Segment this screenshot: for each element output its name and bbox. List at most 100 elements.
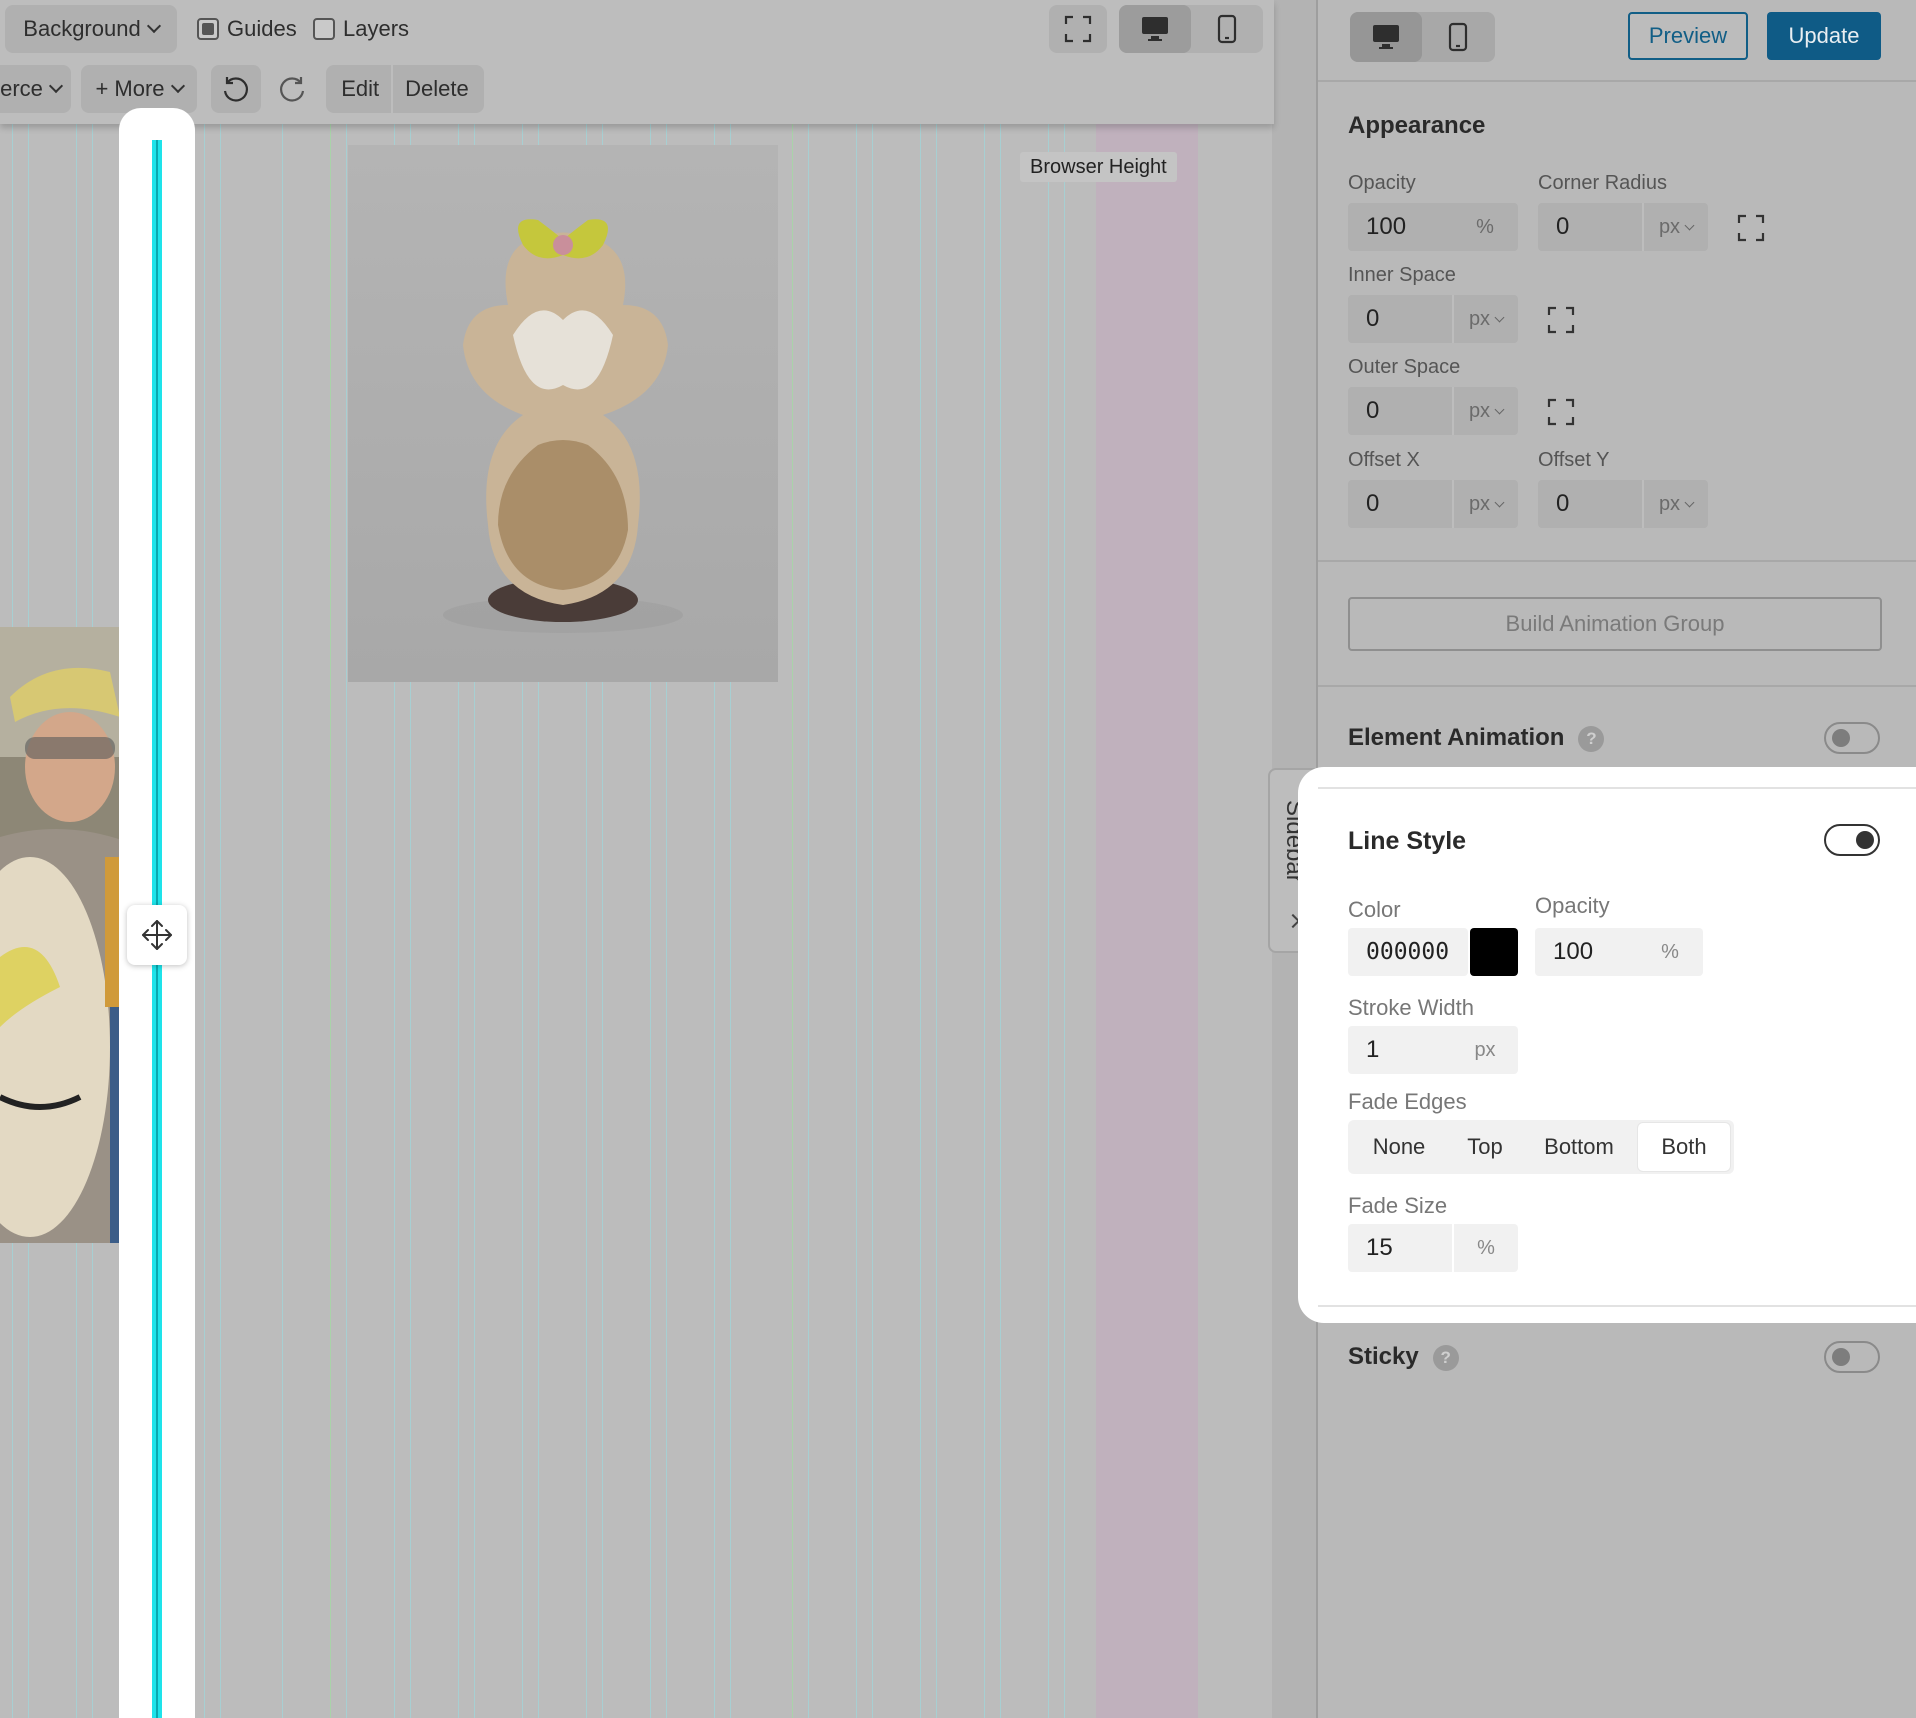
color-label: Color [1348,897,1401,922]
inner-space-input[interactable]: 0 [1348,305,1452,333]
offset-x-unit: px [1468,492,1491,515]
help-icon[interactable]: ? [1432,1344,1459,1371]
desktop-view-button[interactable] [1119,5,1191,53]
offset-x-label: Offset X [1348,449,1420,471]
undo-button[interactable] [211,65,261,113]
chevron-down-icon [1494,404,1505,414]
offset-x-unit-select[interactable]: px [1452,480,1518,528]
fade-size-label: Fade Size [1348,1193,1448,1218]
color-field[interactable]: 000000 [1348,928,1468,976]
fullscreen-button[interactable] [1049,5,1107,53]
chevron-down-icon [170,78,185,94]
line-opacity-label: Opacity [1535,893,1610,918]
panel-divider-appearance [1318,560,1916,562]
background-dropdown[interactable]: Background [5,5,177,53]
toggle-knob [1832,729,1850,747]
offset-y-label: Offset Y [1538,449,1610,471]
chevron-down-icon [146,18,161,34]
fade-edges-none[interactable]: None [1348,1123,1450,1171]
offset-y-field[interactable]: 0 px [1538,480,1708,528]
opacity-input[interactable]: 100 [1348,213,1452,241]
editor-toolbar: Background Guides Layers erce + More Edi… [0,0,1274,124]
guide-line [984,124,985,1718]
guides-checkbox-box[interactable] [197,18,219,40]
fade-edges-both[interactable]: Both [1638,1123,1730,1171]
line-style-divider-bottom [1318,1305,1916,1307]
stroke-width-field[interactable]: 1 px [1348,1026,1518,1074]
fade-size-field[interactable]: 15 % [1348,1224,1518,1272]
element-animation-toggle[interactable] [1824,722,1880,754]
more-dropdown-label: + More [95,76,165,101]
edit-button[interactable]: Edit [329,65,394,113]
line-style-title: Line Style [1348,827,1467,855]
outer-space-expand-icon[interactable] [1546,397,1576,427]
stroke-width-input[interactable]: 1 [1348,1036,1452,1064]
element-animation-title: Element Animation? [1348,724,1605,752]
appearance-title: Appearance [1348,112,1486,139]
color-hex-input[interactable]: 000000 [1348,939,1468,965]
edit-delete-group: Edit Delete [326,65,484,113]
corner-radius-unit: px [1658,215,1681,238]
background-dropdown-label: Background [23,16,141,41]
help-icon[interactable]: ? [1578,725,1605,752]
guide-line [872,124,873,1718]
fade-edges-label: Fade Edges [1348,1089,1467,1114]
canvas[interactable]: Browser Height Background Guides Layers … [0,0,1316,1718]
guide-line [204,124,205,1718]
update-button[interactable]: Update [1767,12,1881,60]
corner-radius-unit-select[interactable]: px [1642,203,1708,251]
layers-checkbox[interactable]: Layers [313,5,409,53]
more-dropdown[interactable]: + More [81,65,197,113]
guide-line [808,124,809,1718]
toggle-knob [1832,1348,1850,1366]
offset-y-input[interactable]: 0 [1538,490,1642,518]
line-opacity-field[interactable]: 100 % [1535,928,1703,976]
redo-button[interactable] [272,65,312,113]
browser-height-zone [1096,124,1198,1718]
opacity-field[interactable]: 100 % [1348,203,1518,251]
build-animation-group-button[interactable]: Build Animation Group [1348,597,1882,651]
inner-space-field[interactable]: 0 px [1348,295,1518,343]
panel-divider-build [1318,685,1916,687]
fade-edges-top[interactable]: Top [1450,1123,1520,1171]
panel-mobile-button[interactable] [1422,12,1494,62]
offset-x-field[interactable]: 0 px [1348,480,1518,528]
line-opacity-input[interactable]: 100 [1535,938,1637,966]
panel-device-switcher [1350,12,1495,62]
fade-edges-bottom[interactable]: Bottom [1520,1123,1638,1171]
layers-checkbox-box[interactable] [313,18,335,40]
chevron-down-icon [1684,220,1695,230]
corner-radius-field[interactable]: 0 px [1538,203,1708,251]
corner-radius-expand-icon[interactable] [1736,213,1766,243]
outer-space-input[interactable]: 0 [1348,397,1452,425]
inner-space-expand-icon[interactable] [1546,305,1576,335]
corner-radius-input[interactable]: 0 [1538,213,1642,241]
commerce-dropdown[interactable]: erce [0,65,71,113]
fade-size-input[interactable]: 15 [1348,1234,1452,1262]
sticky-toggle[interactable] [1824,1341,1880,1373]
panel-desktop-button[interactable] [1350,12,1422,62]
guide-line [856,124,857,1718]
preview-button[interactable]: Preview [1628,12,1748,60]
mobile-view-button[interactable] [1191,5,1263,53]
move-handle[interactable] [127,905,187,965]
offset-y-unit-select[interactable]: px [1642,480,1708,528]
opacity-label: Opacity [1348,172,1416,194]
guides-checkbox[interactable]: Guides [197,5,297,53]
delete-button[interactable]: Delete [393,76,481,102]
layers-label: Layers [343,16,410,41]
outer-space-unit-select[interactable]: px [1452,387,1518,435]
guide-line [1000,124,1001,1718]
fade-edges-segmented: None Top Bottom Both [1348,1120,1734,1174]
line-style-toggle[interactable] [1824,824,1880,856]
chevron-down-icon [1684,497,1695,507]
browser-height-label: Browser Height [1020,152,1177,182]
outer-space-unit: px [1468,399,1491,422]
offset-x-input[interactable]: 0 [1348,490,1452,518]
outer-space-field[interactable]: 0 px [1348,387,1518,435]
color-swatch[interactable] [1470,928,1518,976]
guide-line [1048,124,1049,1718]
inner-space-unit-select[interactable]: px [1452,295,1518,343]
line-style-divider-top [1318,787,1916,789]
figurine-image[interactable] [348,145,778,682]
